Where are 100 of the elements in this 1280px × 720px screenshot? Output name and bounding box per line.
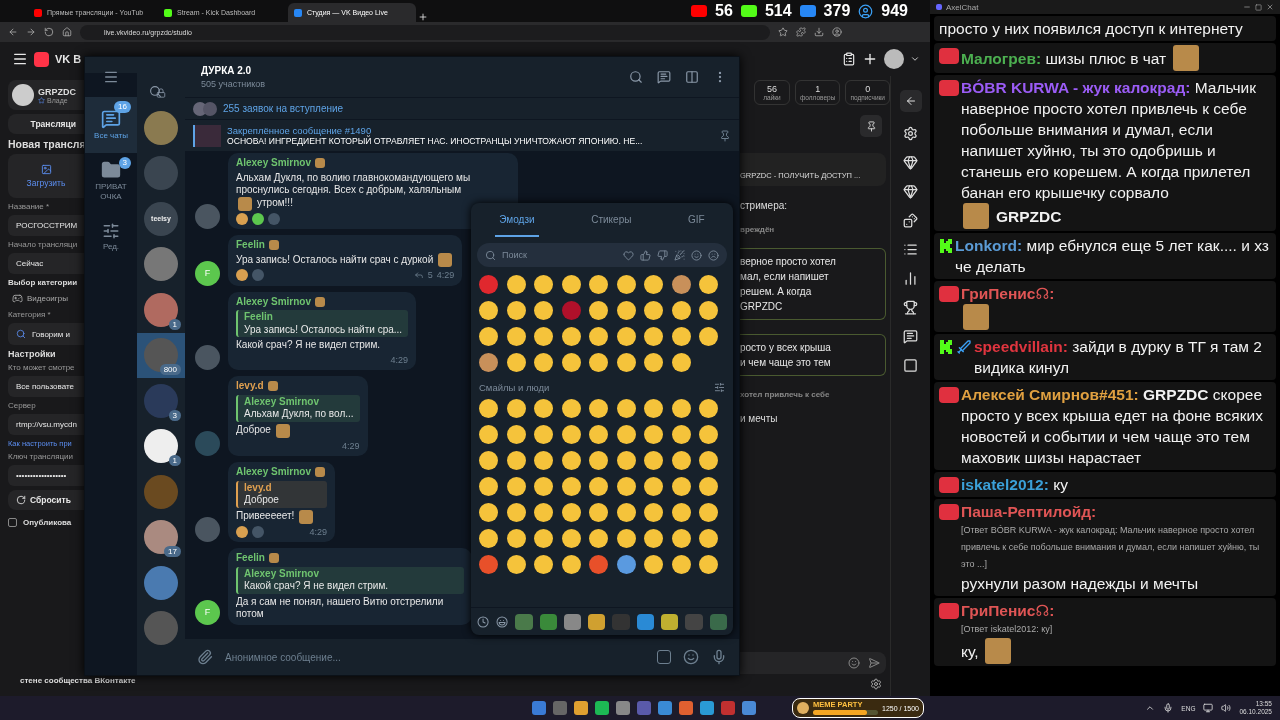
emoji-icon[interactable] bbox=[644, 503, 663, 522]
search-icon[interactable] bbox=[149, 85, 162, 98]
monitor-icon[interactable] bbox=[1203, 703, 1214, 713]
mic-icon[interactable] bbox=[711, 649, 727, 665]
dice-icon[interactable] bbox=[903, 213, 918, 228]
sticker-pack-icon[interactable] bbox=[539, 613, 557, 630]
emoji-icon[interactable] bbox=[589, 353, 608, 372]
home-icon[interactable] bbox=[62, 27, 72, 37]
thumbs-up-icon[interactable] bbox=[640, 249, 651, 261]
chat-list-item[interactable]: 1 bbox=[137, 423, 185, 469]
emoji-icon[interactable] bbox=[616, 503, 636, 522]
emoji-icon[interactable] bbox=[589, 555, 608, 574]
emoji-icon[interactable] bbox=[671, 477, 691, 496]
emoji-icon[interactable] bbox=[671, 451, 691, 470]
attach-icon[interactable] bbox=[197, 649, 213, 665]
trophy-icon[interactable] bbox=[903, 300, 918, 315]
emoji-icon[interactable] bbox=[534, 399, 553, 418]
bookmark-icon[interactable] bbox=[778, 27, 788, 37]
emoji-icon[interactable] bbox=[671, 327, 691, 346]
reply-quote[interactable]: Alexey Smirnov Какой срач? Я не видел стрим. bbox=[236, 566, 464, 594]
pin-button[interactable] bbox=[860, 115, 882, 137]
emoji-icon[interactable] bbox=[671, 529, 691, 548]
emoji-icon[interactable] bbox=[479, 327, 498, 346]
avatar[interactable] bbox=[884, 49, 904, 69]
emoji-icon[interactable] bbox=[616, 399, 636, 418]
emoji-icon[interactable] bbox=[506, 451, 526, 470]
smile-icon[interactable] bbox=[496, 614, 509, 629]
heart-icon[interactable] bbox=[623, 249, 634, 261]
emoji-icon[interactable] bbox=[699, 275, 718, 294]
input-field[interactable]: •••••••••••••••••• bbox=[8, 465, 84, 486]
sticker-pack-icon[interactable] bbox=[636, 613, 655, 630]
chart-icon[interactable] bbox=[903, 271, 918, 286]
emoji-icon[interactable] bbox=[644, 353, 663, 372]
emoji-icon[interactable] bbox=[561, 353, 581, 372]
smile-icon[interactable] bbox=[691, 249, 702, 261]
panel-tab[interactable]: GIF bbox=[684, 203, 709, 237]
extensions-icon[interactable] bbox=[796, 27, 806, 37]
emoji-icon[interactable] bbox=[616, 529, 636, 548]
emoji-icon[interactable] bbox=[589, 451, 608, 470]
sticker-pack-icon[interactable] bbox=[588, 613, 606, 630]
upload-button[interactable]: Загрузить bbox=[8, 154, 84, 198]
emoji-icon[interactable] bbox=[534, 275, 553, 294]
mic-icon[interactable] bbox=[1163, 703, 1174, 713]
add-icon[interactable] bbox=[862, 51, 878, 67]
checkbox[interactable] bbox=[8, 518, 17, 527]
emoji-icon[interactable] bbox=[644, 275, 663, 294]
emoji-icon[interactable] bbox=[589, 503, 608, 522]
reply-quote[interactable]: Feelin Ура запись! Осталось найти сра... bbox=[236, 310, 409, 337]
emoji-icon[interactable] bbox=[671, 301, 691, 320]
emoji-icon[interactable] bbox=[671, 555, 691, 574]
emoji-icon[interactable] bbox=[616, 555, 636, 574]
emoji-icon[interactable] bbox=[671, 399, 691, 418]
emoji-icon[interactable] bbox=[644, 451, 663, 470]
emoji-icon[interactable] bbox=[589, 529, 608, 548]
chat-list-item[interactable]: 800 bbox=[137, 332, 185, 378]
party-icon[interactable] bbox=[674, 249, 685, 261]
emoji-icon[interactable] bbox=[616, 451, 636, 470]
emoji-icon[interactable] bbox=[699, 477, 718, 496]
emoji-icon[interactable] bbox=[534, 425, 553, 444]
emoji-icon[interactable] bbox=[561, 529, 581, 548]
back-button[interactable] bbox=[899, 90, 922, 112]
sticker-pack-icon[interactable] bbox=[563, 613, 582, 630]
emoji-icon[interactable] bbox=[699, 425, 718, 444]
folder-tab[interactable]: Все чаты 16 bbox=[85, 97, 137, 153]
close-icon[interactable] bbox=[1266, 3, 1274, 11]
emoji-icon[interactable] bbox=[506, 301, 526, 320]
emoji-icon[interactable] bbox=[479, 451, 498, 470]
emoji-icon[interactable] bbox=[479, 425, 498, 444]
new-tab-icon[interactable] bbox=[418, 12, 428, 22]
input-field[interactable]: rtmp://vsu.mycdn bbox=[8, 414, 84, 435]
pinned-bar[interactable]: Закреплённое сообщение #1490 ОСНОВА! ИНГРЕДИЕНТ КОТОРЫЙ ОТРАВЛЯЕТ НАС. ИНОСТРАНЦЫ УНИЧТОЖАЮТ ЯПОНИЮ. НЕ... bbox=[185, 119, 739, 151]
emoji-icon[interactable] bbox=[479, 529, 498, 548]
emoji-icon[interactable] bbox=[699, 451, 718, 470]
emoji-icon[interactable] bbox=[561, 425, 581, 444]
emoji-icon[interactable] bbox=[479, 477, 498, 496]
reply-quote[interactable]: Alexey Smirnov Альхам Дукля, по вол... bbox=[236, 394, 360, 422]
input-field[interactable]: Все пользовате bbox=[8, 376, 84, 397]
emoji-icon[interactable] bbox=[561, 555, 581, 574]
emoji-icon[interactable] bbox=[699, 529, 718, 548]
emoji-icon[interactable] bbox=[671, 353, 691, 372]
emoji-icon[interactable] bbox=[616, 327, 636, 346]
sticker-pack-icon[interactable] bbox=[515, 613, 533, 630]
reaction-icon[interactable] bbox=[252, 212, 264, 225]
emoji-icon[interactable] bbox=[561, 477, 581, 496]
emoji-icon[interactable] bbox=[506, 503, 526, 522]
emoji-icon[interactable] bbox=[644, 327, 663, 346]
emoji-icon[interactable] bbox=[699, 503, 718, 522]
diamond-icon[interactable] bbox=[903, 184, 918, 199]
profile-icon[interactable] bbox=[832, 27, 842, 37]
emoji-icon[interactable] bbox=[506, 327, 526, 346]
input-field[interactable]: Сейчас bbox=[8, 253, 84, 274]
reload-icon[interactable] bbox=[44, 27, 54, 37]
emoji-icon[interactable] bbox=[671, 503, 691, 522]
frown-icon[interactable] bbox=[708, 249, 719, 261]
emoji-icon[interactable] bbox=[589, 301, 608, 320]
emoji-icon[interactable] bbox=[561, 399, 581, 418]
list-icon[interactable] bbox=[903, 242, 918, 257]
emoji-icon[interactable] bbox=[534, 327, 553, 346]
chat-input[interactable] bbox=[740, 652, 886, 674]
forward-icon[interactable] bbox=[26, 27, 36, 37]
